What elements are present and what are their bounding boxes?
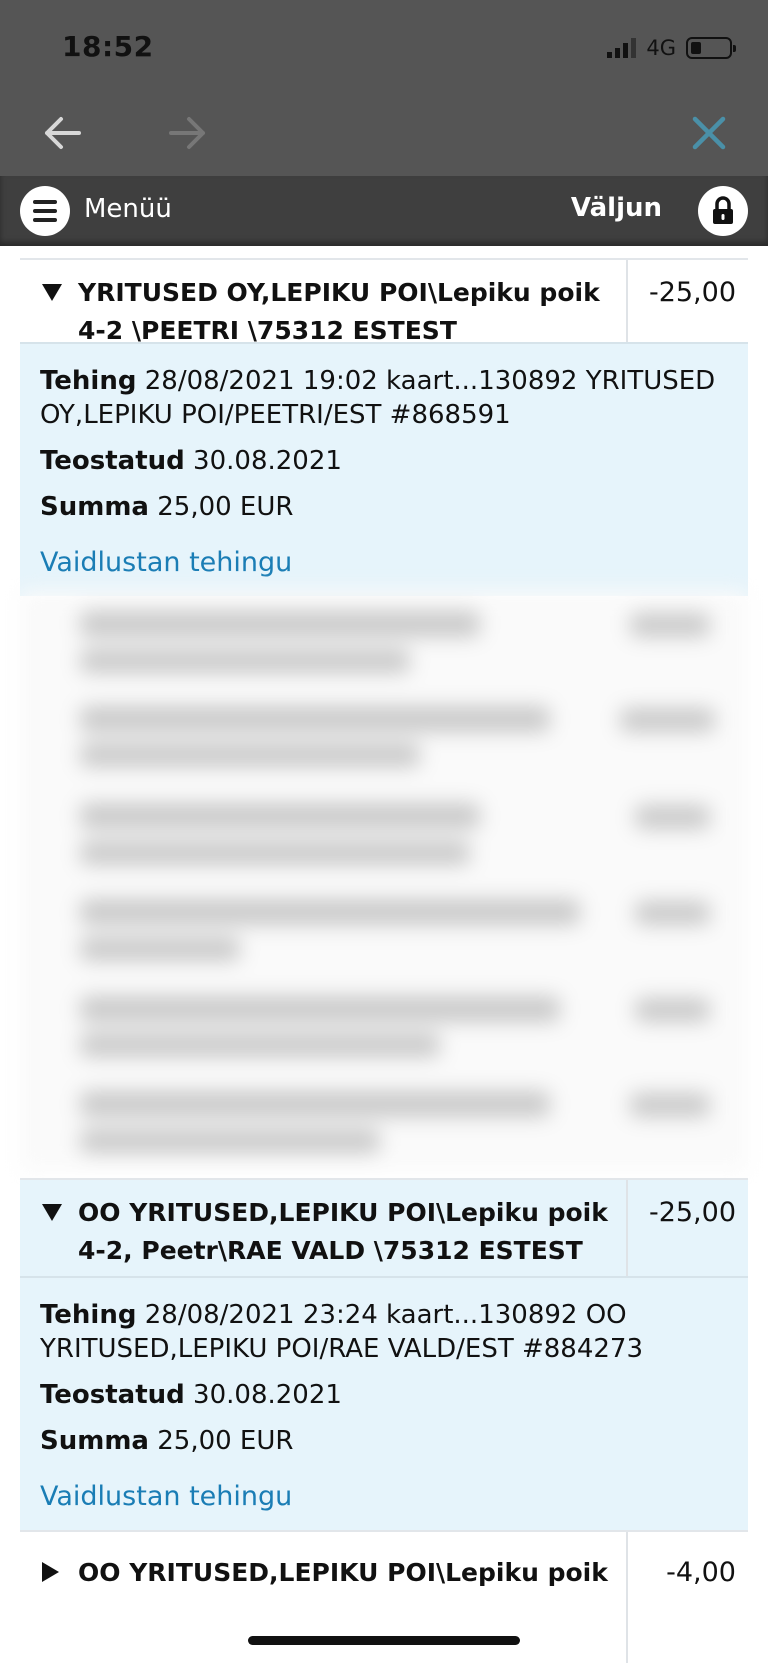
menu-button[interactable] bbox=[20, 186, 70, 236]
forward-button[interactable] bbox=[162, 108, 212, 158]
arrow-left-icon bbox=[45, 117, 81, 149]
blurred-transactions bbox=[20, 591, 748, 1171]
summa-line: Summa 25,00 EUR bbox=[40, 1426, 294, 1456]
battery-icon bbox=[686, 37, 736, 59]
teostatud-line: Teostatud 30.08.2021 bbox=[40, 446, 342, 476]
transaction-description: YRITUSED OY,LEPIKU POI\Lepiku poik 4-2 \… bbox=[78, 278, 600, 345]
summa-line: Summa 25,00 EUR bbox=[40, 492, 294, 522]
network-type: 4G bbox=[646, 36, 676, 60]
transaction-list: YRITUSED OY,LEPIKU POI\Lepiku poik 4-2 \… bbox=[0, 246, 768, 1663]
back-button[interactable] bbox=[38, 108, 88, 158]
signal-icon bbox=[607, 38, 637, 58]
transaction-details: Tehing 28/08/2021 19:02 kaart...130892 Y… bbox=[20, 342, 748, 596]
lock-icon bbox=[713, 196, 733, 224]
menu-bar: Menüü Väljun bbox=[0, 176, 768, 246]
triangle-down-icon bbox=[42, 1204, 62, 1221]
tehing-line: Tehing 28/08/2021 23:24 kaart...130892 O… bbox=[40, 1300, 644, 1364]
triangle-down-icon bbox=[42, 284, 62, 301]
dispute-link[interactable]: Vaidlustan tehingu bbox=[40, 538, 728, 588]
hamburger-icon bbox=[33, 200, 57, 204]
status-time: 18:52 bbox=[62, 30, 154, 63]
status-indicators: 4G bbox=[607, 36, 736, 60]
close-button[interactable] bbox=[684, 108, 734, 158]
close-icon bbox=[692, 116, 726, 150]
menu-label[interactable]: Menüü bbox=[84, 194, 172, 224]
arrow-right-icon bbox=[169, 117, 205, 149]
transaction-details: Tehing 28/08/2021 23:24 kaart...130892 O… bbox=[20, 1276, 748, 1530]
transaction-amount: -25,00 bbox=[648, 1197, 736, 1228]
browser-nav-bar bbox=[0, 90, 768, 176]
logout-label[interactable]: Väljun bbox=[571, 193, 662, 223]
logout-button[interactable] bbox=[698, 186, 748, 236]
tehing-line: Tehing 28/08/2021 19:02 kaart...130892 Y… bbox=[40, 366, 716, 430]
transaction-description: OO YRITUSED,LEPIKU POI\Lepiku poik bbox=[78, 1558, 608, 1587]
transaction-amount: -25,00 bbox=[648, 277, 736, 308]
home-indicator[interactable] bbox=[248, 1636, 520, 1645]
status-bar: 18:52 4G bbox=[0, 0, 768, 90]
dispute-link[interactable]: Vaidlustan tehingu bbox=[40, 1472, 728, 1522]
transaction-description: OO YRITUSED,LEPIKU POI\Lepiku poik 4-2, … bbox=[78, 1198, 608, 1265]
teostatud-line: Teostatud 30.08.2021 bbox=[40, 1380, 342, 1410]
triangle-right-icon bbox=[42, 1562, 59, 1582]
transaction-amount: -4,00 bbox=[666, 1557, 736, 1588]
transaction-row[interactable]: OO YRITUSED,LEPIKU POI\Lepiku poik 4-2, … bbox=[20, 1178, 748, 1278]
